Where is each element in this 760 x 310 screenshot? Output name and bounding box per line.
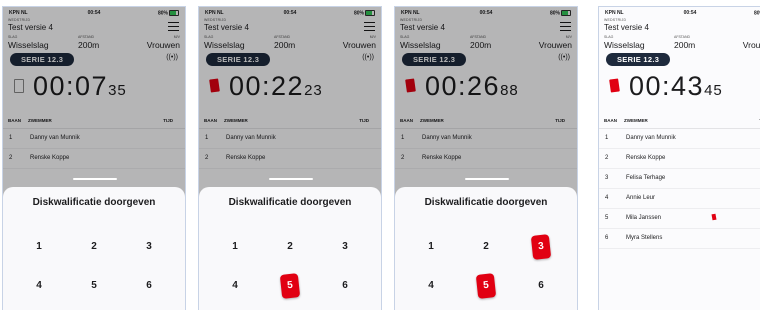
sheet-title: Diskwalificatie doorgeven — [228, 197, 352, 208]
gender-value: Vrouwen — [742, 40, 760, 50]
lane-key-2[interactable]: 2 — [477, 235, 495, 259]
lane-number: 5 — [605, 215, 609, 221]
sheet-handle[interactable] — [465, 178, 509, 180]
lane-key-3[interactable]: 3 — [140, 235, 158, 259]
swimmer-name: Mila Janssen — [626, 215, 662, 221]
lane-key-4[interactable]: 4 — [226, 274, 244, 298]
lane-key-5[interactable]: 5 — [475, 273, 497, 299]
col-swimmer-header: ZWEMMER — [624, 118, 648, 123]
red-card-icon[interactable] — [609, 78, 620, 93]
disqualification-sheet: Diskwalificatie doorgeven 1 2 3 4 5 6 — [395, 178, 577, 310]
table-row[interactable]: 2 Renske Koppe — [599, 149, 760, 169]
swimmer-name: Myra Stellens — [626, 235, 663, 241]
table-row[interactable]: 5 Mila Janssen — [599, 209, 760, 229]
sheet-title: Diskwalificatie doorgeven — [424, 197, 548, 208]
lane-number: 1 — [605, 135, 609, 141]
swimmer-name: Danny van Munnik — [626, 135, 676, 141]
phone-screen: KPN NL 00:54 80% WEDSTRIJD Test versie 4… — [198, 6, 382, 310]
disqualification-sheet: Diskwalificatie doorgeven 1 2 3 4 5 6 — [199, 178, 381, 310]
swimmer-name: Renske Koppe — [626, 155, 666, 161]
lane-key-2[interactable]: 2 — [85, 235, 103, 259]
stroke-value: Wisselslag — [604, 40, 645, 50]
lane-number: 6 — [605, 235, 609, 241]
battery-indicator: 80% — [753, 10, 760, 17]
race-timer: 00:4345 — [629, 71, 723, 101]
lane-number: 3 — [605, 175, 609, 181]
table-row[interactable]: 6 Myra Stellens — [599, 229, 760, 249]
sheet-title: Diskwalificatie doorgeven — [32, 197, 156, 208]
table-header: BAAN ZWEMMER TIJD — [599, 112, 760, 129]
table-row[interactable]: 3 Felisa Terhage — [599, 169, 760, 189]
distance-value: 200m — [674, 40, 696, 50]
phone-screen: KPN NL 00:54 80% WEDSTRIJD Test versie 4… — [394, 6, 578, 310]
lane-key-2[interactable]: 2 — [281, 235, 299, 259]
lane-key-1[interactable]: 1 — [30, 235, 48, 259]
sheet-handle[interactable] — [73, 178, 117, 180]
lane-number: 2 — [605, 155, 609, 161]
swimmer-name: Felisa Terhage — [626, 175, 666, 181]
table-row[interactable]: 1 Danny van Munnik — [599, 129, 760, 149]
lane-key-5[interactable]: 5 — [85, 274, 103, 298]
lane-key-1[interactable]: 1 — [226, 235, 244, 259]
table-row[interactable]: 4 Annie Leur — [599, 189, 760, 209]
stroke-label: SLAG — [604, 35, 614, 39]
distance-label: AFSTAND — [674, 35, 691, 39]
lane-key-4[interactable]: 4 — [422, 274, 440, 298]
clock: 00:54 — [683, 10, 697, 16]
lane-key-3[interactable]: 3 — [530, 234, 552, 260]
phone-screen: KPN NL 00:54 80% WEDSTRIJD Test versie 4… — [598, 6, 760, 310]
lane-key-6[interactable]: 6 — [532, 274, 550, 298]
lane-key-4[interactable]: 4 — [30, 274, 48, 298]
col-lane-header: BAAN — [604, 118, 617, 123]
race-label: WEDSTRIJD — [604, 18, 627, 22]
lane-key-3[interactable]: 3 — [336, 235, 354, 259]
lane-key-1[interactable]: 1 — [422, 235, 440, 259]
disqualification-sheet: Diskwalificatie doorgeven 1 2 3 4 5 6 — [3, 178, 185, 310]
status-bar: KPN NL 00:54 80% — [599, 7, 760, 18]
race-name: Test versie 4 — [604, 23, 649, 32]
red-card-icon — [711, 213, 717, 221]
lane-key-6[interactable]: 6 — [140, 274, 158, 298]
lane-number: 4 — [605, 195, 609, 201]
lane-key-5[interactable]: 5 — [279, 273, 301, 299]
serie-badge[interactable]: SERIE 12.3 — [606, 53, 671, 66]
phone-screen: KPN NL 00:54 80% WEDSTRIJD Test versie 4… — [2, 6, 186, 310]
swimmer-name: Annie Leur — [626, 195, 656, 201]
lane-key-6[interactable]: 6 — [336, 274, 354, 298]
sheet-handle[interactable] — [269, 178, 313, 180]
